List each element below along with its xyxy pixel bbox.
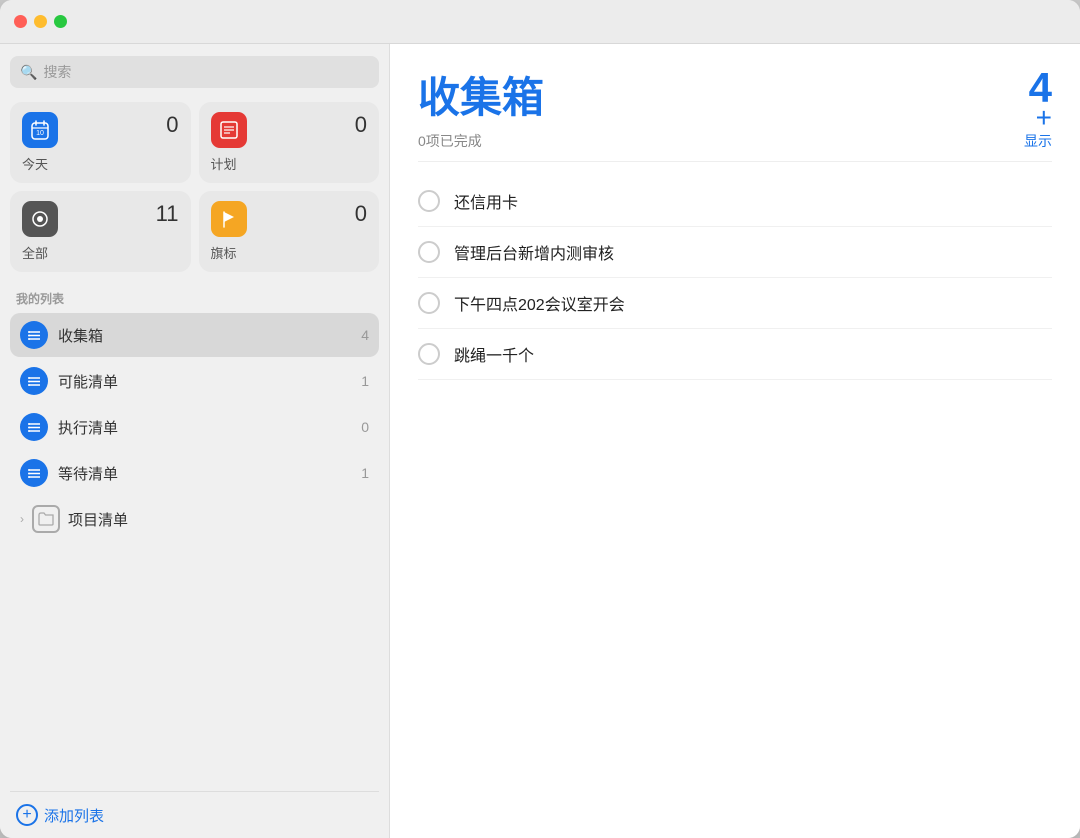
content-area: + 收集箱 4 0项已完成 显示 还信用卡 管理后台新增内测审核 — [390, 44, 1080, 838]
add-task-button[interactable]: + — [1036, 102, 1052, 134]
show-completed-button[interactable]: 显示 — [1024, 131, 1052, 151]
task-list: 还信用卡 管理后台新增内测审核 下午四点202会议室开会 跳绳一千个 — [418, 176, 1052, 380]
plan-count: 0 — [355, 112, 367, 138]
chevron-right-icon: › — [20, 512, 24, 526]
my-lists-section-label: 我的列表 — [10, 290, 379, 307]
task-checkbox-1[interactable] — [418, 190, 440, 212]
minimize-button[interactable] — [34, 15, 47, 28]
smart-lists-grid: 10 0 今天 — [10, 102, 379, 272]
task-item-1[interactable]: 还信用卡 — [418, 176, 1052, 227]
task-item-2[interactable]: 管理后台新增内测审核 — [418, 227, 1052, 278]
plan-label: 计划 — [211, 154, 368, 173]
list-item-inbox[interactable]: 收集箱 4 — [10, 313, 379, 357]
inbox-list-icon — [20, 321, 48, 349]
app-window: 🔍 搜索 10 — [0, 0, 1080, 838]
project-item[interactable]: › 项目清单 — [10, 497, 379, 541]
flag-count: 0 — [355, 201, 367, 227]
traffic-lights — [14, 15, 67, 28]
waiting-list-count: 1 — [361, 465, 369, 481]
task-checkbox-3[interactable] — [418, 292, 440, 314]
plan-icon — [211, 112, 247, 148]
add-list-button[interactable]: + 添加列表 — [10, 791, 379, 838]
task-text-4: 跳绳一千个 — [454, 342, 534, 366]
smart-card-today[interactable]: 10 0 今天 — [10, 102, 191, 183]
add-list-plus-icon: + — [16, 804, 38, 826]
action-list-icon — [20, 413, 48, 441]
completed-text: 0项已完成 — [418, 131, 482, 151]
maybe-list-icon — [20, 367, 48, 395]
search-placeholder: 搜索 — [43, 62, 71, 82]
project-label: 项目清单 — [68, 509, 128, 530]
today-count: 0 — [166, 112, 178, 138]
smart-card-flag[interactable]: 0 旗标 — [199, 191, 380, 272]
action-list-name: 执行清单 — [58, 417, 351, 438]
all-icon — [22, 201, 58, 237]
smart-card-plan[interactable]: 0 计划 — [199, 102, 380, 183]
list-item-maybe[interactable]: 可能清单 1 — [10, 359, 379, 403]
maximize-button[interactable] — [54, 15, 67, 28]
project-folder-icon — [32, 505, 60, 533]
waiting-list-icon — [20, 459, 48, 487]
task-text-3: 下午四点202会议室开会 — [454, 291, 625, 315]
title-bar — [0, 0, 1080, 44]
task-checkbox-2[interactable] — [418, 241, 440, 263]
maybe-list-count: 1 — [361, 373, 369, 389]
all-count: 11 — [156, 201, 179, 227]
inbox-list-name: 收集箱 — [58, 325, 351, 346]
list-item-waiting[interactable]: 等待清单 1 — [10, 451, 379, 495]
task-text-2: 管理后台新增内测审核 — [454, 240, 614, 264]
search-icon: 🔍 — [20, 64, 37, 81]
completed-row: 0项已完成 显示 — [418, 131, 1052, 162]
task-checkbox-4[interactable] — [418, 343, 440, 365]
task-text-1: 还信用卡 — [454, 189, 518, 213]
sidebar: 🔍 搜索 10 — [0, 44, 390, 838]
close-button[interactable] — [14, 15, 27, 28]
waiting-list-name: 等待清单 — [58, 463, 351, 484]
today-label: 今天 — [22, 154, 179, 173]
content-header: 收集箱 4 — [418, 64, 1052, 125]
action-list-count: 0 — [361, 419, 369, 435]
smart-card-all[interactable]: 11 全部 — [10, 191, 191, 272]
list-item-action[interactable]: 执行清单 0 — [10, 405, 379, 449]
task-item-3[interactable]: 下午四点202会议室开会 — [418, 278, 1052, 329]
maybe-list-name: 可能清单 — [58, 371, 351, 392]
task-item-4[interactable]: 跳绳一千个 — [418, 329, 1052, 380]
svg-text:10: 10 — [36, 130, 44, 137]
flag-label: 旗标 — [211, 243, 368, 262]
inbox-list-count: 4 — [361, 327, 369, 343]
main-layout: 🔍 搜索 10 — [0, 44, 1080, 838]
all-label: 全部 — [22, 243, 179, 262]
add-list-label: 添加列表 — [44, 805, 104, 826]
search-bar[interactable]: 🔍 搜索 — [10, 56, 379, 88]
today-icon: 10 — [22, 112, 58, 148]
list-items: 收集箱 4 可能清单 — [10, 313, 379, 791]
flag-icon — [211, 201, 247, 237]
content-title: 收集箱 — [418, 64, 544, 125]
